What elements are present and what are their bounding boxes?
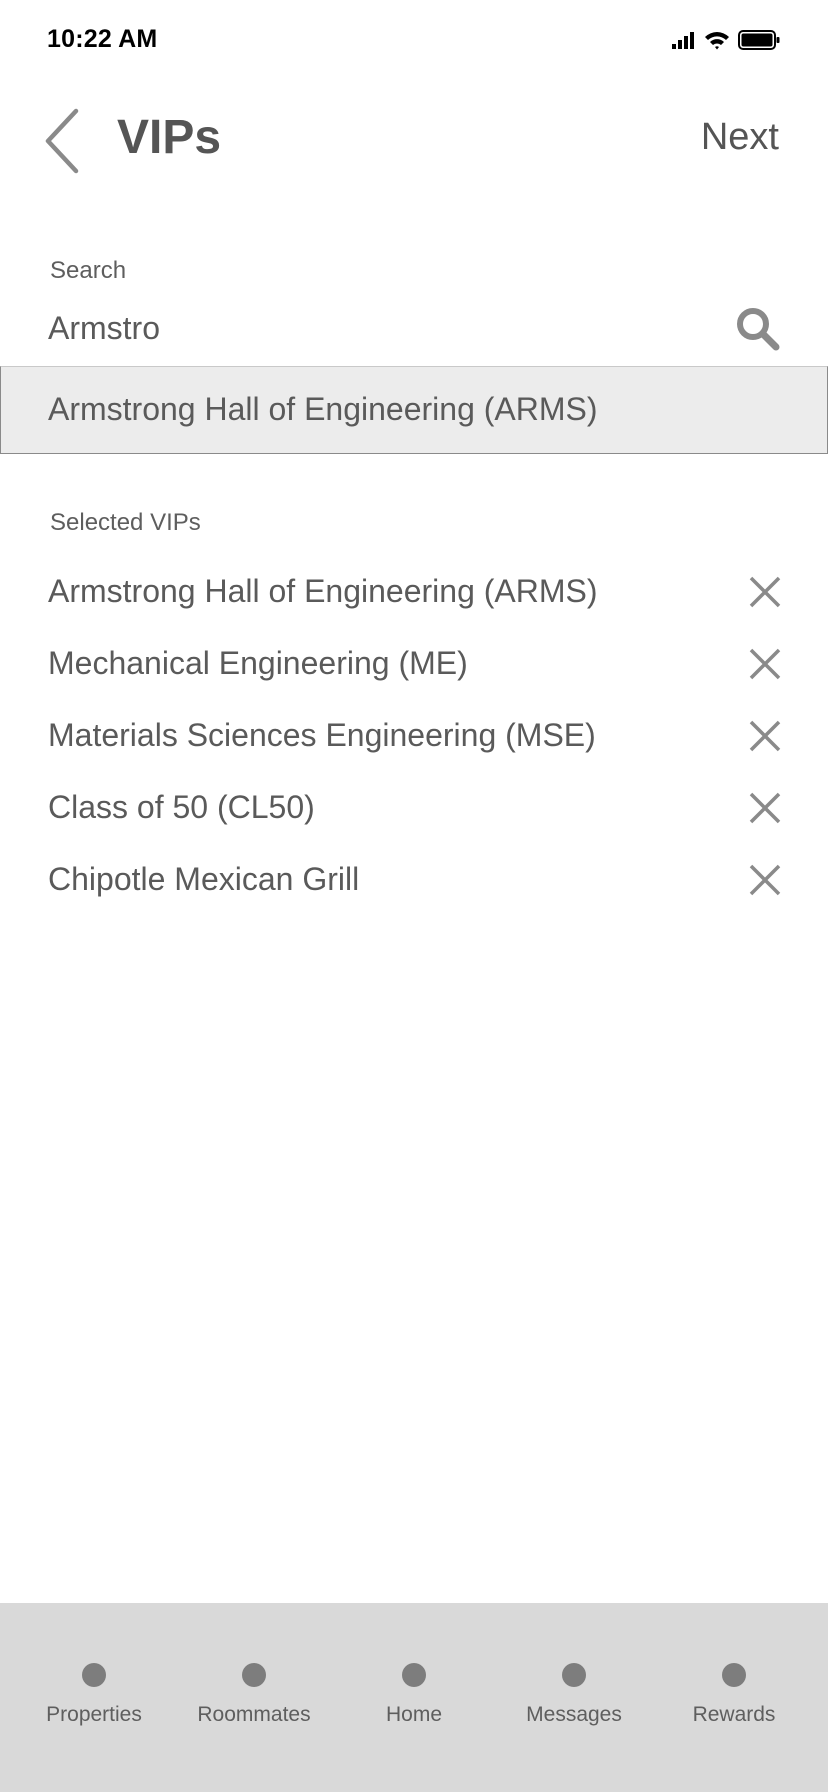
tab-label: Home bbox=[385, 1703, 443, 1726]
selected-vips-label: Selected VIPs bbox=[50, 509, 201, 536]
close-icon bbox=[749, 864, 781, 896]
tab-dot-icon bbox=[242, 1663, 266, 1687]
vip-label: Mechanical Engineering (ME) bbox=[48, 645, 468, 681]
remove-vip-button[interactable] bbox=[748, 575, 782, 609]
tab-label: Messages bbox=[526, 1703, 622, 1726]
page-title: VIPs bbox=[117, 111, 222, 164]
status-time: 10:22 AM bbox=[47, 25, 158, 53]
next-button[interactable]: Next bbox=[701, 116, 779, 159]
list-item: Mechanical Engineering (ME) bbox=[0, 627, 828, 699]
remove-vip-button[interactable] bbox=[748, 791, 782, 825]
nav-bar: VIPs Next bbox=[0, 80, 828, 200]
tab-label: Rewards bbox=[692, 1703, 776, 1726]
vip-label: Materials Sciences Engineering (MSE) bbox=[48, 717, 596, 753]
search-input[interactable] bbox=[48, 303, 688, 353]
list-item: Armstrong Hall of Engineering (ARMS) bbox=[0, 555, 828, 627]
status-icons bbox=[672, 30, 780, 50]
tab-bar: Properties Roommates Home Messages Rewar… bbox=[0, 1603, 828, 1792]
tab-properties[interactable]: Properties bbox=[24, 1603, 164, 1792]
close-icon bbox=[749, 648, 781, 680]
back-button[interactable] bbox=[38, 106, 88, 176]
selected-vips-list: Armstrong Hall of Engineering (ARMS) Mec… bbox=[0, 555, 828, 915]
close-icon bbox=[749, 792, 781, 824]
tab-dot-icon bbox=[402, 1663, 426, 1687]
search-suggestion[interactable]: Armstrong Hall of Engineering (ARMS) bbox=[0, 366, 828, 454]
search-button[interactable] bbox=[733, 304, 781, 352]
vip-label: Armstrong Hall of Engineering (ARMS) bbox=[48, 573, 598, 609]
tab-roommates[interactable]: Roommates bbox=[184, 1603, 324, 1792]
remove-vip-button[interactable] bbox=[748, 647, 782, 681]
wifi-icon bbox=[705, 32, 729, 50]
status-bar: 10:22 AM bbox=[0, 0, 828, 80]
close-icon bbox=[749, 720, 781, 752]
tab-label: Properties bbox=[46, 1703, 142, 1726]
tab-home[interactable]: Home bbox=[344, 1603, 484, 1792]
vip-label: Class of 50 (CL50) bbox=[48, 789, 315, 825]
tab-label: Roommates bbox=[197, 1703, 311, 1726]
list-item: Materials Sciences Engineering (MSE) bbox=[0, 699, 828, 771]
tab-dot-icon bbox=[562, 1663, 586, 1687]
tab-dot-icon bbox=[722, 1663, 746, 1687]
remove-vip-button[interactable] bbox=[748, 719, 782, 753]
list-item: Chipotle Mexican Grill bbox=[0, 843, 828, 915]
battery-icon bbox=[738, 30, 780, 50]
list-item: Class of 50 (CL50) bbox=[0, 771, 828, 843]
tab-dot-icon bbox=[82, 1663, 106, 1687]
search-label: Search bbox=[50, 257, 127, 284]
tab-rewards[interactable]: Rewards bbox=[664, 1603, 804, 1792]
remove-vip-button[interactable] bbox=[748, 863, 782, 897]
chevron-left-icon bbox=[45, 108, 79, 174]
search-icon bbox=[737, 308, 780, 351]
search-suggestion-label: Armstrong Hall of Engineering (ARMS) bbox=[48, 391, 598, 427]
vip-label: Chipotle Mexican Grill bbox=[48, 861, 360, 897]
tab-messages[interactable]: Messages bbox=[504, 1603, 644, 1792]
close-icon bbox=[749, 576, 781, 608]
signal-icon bbox=[672, 32, 694, 49]
